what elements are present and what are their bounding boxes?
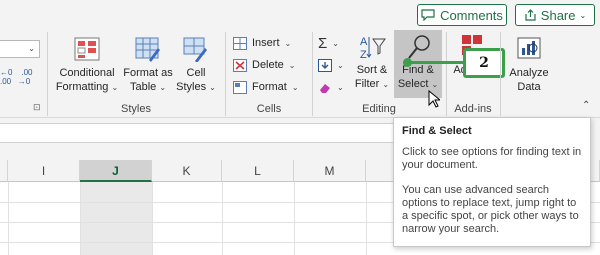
svg-text:Z: Z — [360, 49, 367, 61]
comments-label: Comments — [440, 7, 503, 23]
column-header-i[interactable]: I — [8, 160, 80, 182]
chevron-down-icon: ⌄ — [284, 38, 292, 48]
cell-styles-icon — [183, 36, 209, 63]
cells-group-label: Cells — [256, 103, 282, 115]
badge-pointer-line — [406, 61, 464, 64]
grid-line — [366, 182, 367, 255]
decimal-buttons[interactable]: ←0 .00 .00 →0 — [0, 68, 32, 86]
selected-column-j — [80, 182, 152, 255]
group-separator — [500, 32, 501, 116]
column-header-k[interactable]: K — [152, 160, 222, 182]
column-header-j[interactable]: J — [80, 160, 152, 182]
chevron-down-icon[interactable]: ⌄ — [580, 11, 587, 20]
decrease-decimal-icon[interactable]: .00 →0 — [0, 77, 32, 86]
share-label: Share — [540, 7, 576, 23]
sort-filter-icon: AZ — [359, 33, 386, 61]
share-icon — [525, 9, 536, 21]
insert-icon — [233, 36, 247, 50]
column-header-m[interactable]: M — [294, 160, 366, 182]
chevron-down-icon: ⌄ — [159, 83, 167, 92]
badge-pointer-dot — [403, 58, 412, 67]
chevron-down-icon: ⌄ — [111, 83, 119, 92]
comments-button[interactable]: Comments — [417, 4, 507, 26]
grid-line — [8, 182, 9, 255]
step-badge: 2 — [463, 48, 505, 78]
cell-styles-button[interactable]: Cell Styles ⌄ — [176, 36, 216, 95]
grid-line — [294, 182, 295, 255]
clear-button[interactable]: ⌄ — [318, 77, 344, 97]
fill-button[interactable]: ⌄ — [318, 55, 344, 75]
find-select-tooltip: Find & Select Click to see options for f… — [393, 117, 591, 247]
format-icon — [233, 80, 247, 94]
svg-text:A: A — [360, 36, 368, 48]
chevron-down-icon: ⌄ — [209, 83, 216, 92]
chevron-down-icon: ⌄ — [337, 60, 344, 70]
chevron-down-icon: ⌄ — [291, 82, 299, 92]
chevron-down-icon: ⌄ — [332, 38, 339, 48]
analyze-data-label-1: Analyze — [509, 67, 549, 79]
analyze-data-icon — [516, 36, 542, 62]
insert-label: Insert — [252, 37, 280, 49]
chevron-down-icon: ⌄ — [431, 80, 439, 89]
grid-line — [222, 182, 223, 255]
delete-label: Delete — [252, 59, 284, 71]
increase-decimal-icon[interactable]: ←0 .00 — [0, 68, 32, 77]
styles-group-label: Styles — [121, 103, 151, 115]
delete-icon — [233, 58, 247, 72]
number-dialog-launcher[interactable]: ⊡ — [33, 102, 41, 113]
fill-icon — [318, 58, 332, 72]
tooltip-title: Find & Select — [402, 125, 472, 137]
title-bar — [0, 0, 600, 28]
cell-styles-label-1: Cell — [186, 67, 206, 79]
sort-filter-label-2: Filter — [354, 78, 380, 90]
column-header-l[interactable]: L — [222, 160, 294, 182]
format-as-table-icon — [135, 36, 161, 62]
chevron-down-icon: ⌄ — [337, 82, 344, 92]
formula-bar-input[interactable] — [0, 123, 440, 143]
grid-line — [80, 182, 81, 255]
chevron-down-icon: ⌄ — [382, 80, 390, 89]
format-as-table-label-1: Format as — [123, 67, 173, 79]
autosum-button[interactable]: Σ ⌄ — [318, 33, 344, 53]
editing-small-buttons: Σ ⌄ ⌄ ⌄ — [318, 33, 344, 97]
column-header-partial[interactable] — [0, 160, 8, 182]
addins-group-label: Add-ins — [454, 103, 492, 115]
cells-buttons: Insert ⌄ Delete ⌄ Format ⌄ — [233, 33, 299, 97]
analyze-data-label-2: Data — [517, 81, 541, 93]
find-select-label-2: Select — [397, 78, 429, 90]
tooltip-text-2: You can use advanced search options to r… — [402, 184, 579, 235]
grid-line — [152, 182, 153, 255]
chevron-down-icon: ⌄ — [288, 60, 296, 70]
editing-group-label: Editing — [362, 103, 396, 115]
format-label: Format — [252, 81, 287, 93]
clear-icon — [318, 81, 332, 94]
share-button[interactable]: Share ⌄ — [515, 4, 595, 26]
delete-button[interactable]: Delete ⌄ — [233, 55, 299, 75]
collapse-ribbon-icon[interactable]: ⌃ — [582, 100, 590, 111]
format-button[interactable]: Format ⌄ — [233, 77, 299, 97]
tooltip-text-1: Click to see options for finding text in… — [402, 146, 582, 171]
find-select-icon — [405, 33, 431, 59]
conditional-formatting-icon — [74, 36, 100, 62]
comment-icon — [421, 9, 435, 21]
analyze-data-button[interactable]: Analyze Data — [504, 36, 554, 94]
chevron-down-icon: ⌄ — [28, 44, 35, 53]
format-as-table-button[interactable]: Format as Table ⌄ — [122, 36, 174, 95]
sort-filter-button[interactable]: AZ Sort & Filter ⌄ — [352, 33, 392, 92]
find-select-label-1: Find & — [402, 64, 434, 76]
conditional-formatting-label-2: Formatting — [55, 81, 109, 93]
insert-button[interactable]: Insert ⌄ — [233, 33, 299, 53]
sort-filter-label-1: Sort & — [356, 64, 388, 76]
number-format-dropdown[interactable]: ⌄ — [0, 40, 40, 58]
autosum-icon: Σ — [318, 34, 328, 52]
conditional-formatting-button[interactable]: Conditional Formatting ⌄ — [54, 36, 120, 95]
conditional-formatting-label-1: Conditional — [59, 67, 115, 79]
format-as-table-label-2: Table — [129, 81, 157, 93]
cell-styles-label-2: Styles — [176, 81, 207, 93]
